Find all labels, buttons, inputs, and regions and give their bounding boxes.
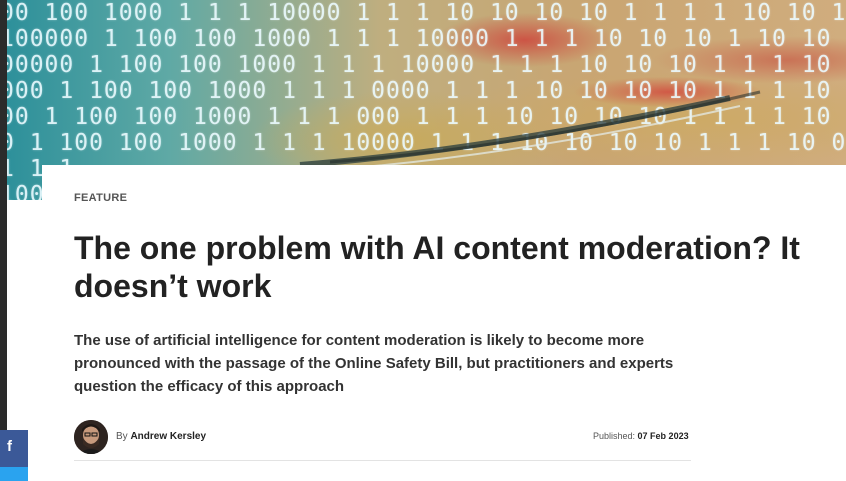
article-standfirst: The use of artificial intelligence for c…	[74, 332, 674, 395]
twitter-icon[interactable]	[0, 467, 28, 481]
byline: By Andrew Kersley	[116, 431, 206, 442]
author-name-link[interactable]: Andrew Kersley	[130, 431, 206, 442]
published-date: Published: 07 Feb 2023	[593, 431, 689, 441]
author-avatar[interactable]	[74, 420, 108, 454]
byline-prefix: By	[116, 431, 128, 442]
article-headline: The one problem with AI content moderati…	[74, 230, 800, 304]
author-photo-icon	[74, 420, 108, 454]
published-date-value: 07 Feb 2023	[637, 431, 689, 441]
browser-left-edge	[0, 0, 7, 481]
byline-divider	[74, 460, 691, 461]
article-kicker[interactable]: FEATURE	[74, 192, 127, 204]
facebook-icon[interactable]: f	[7, 438, 12, 455]
share-bar: f	[0, 430, 28, 481]
published-label: Published:	[593, 431, 636, 441]
